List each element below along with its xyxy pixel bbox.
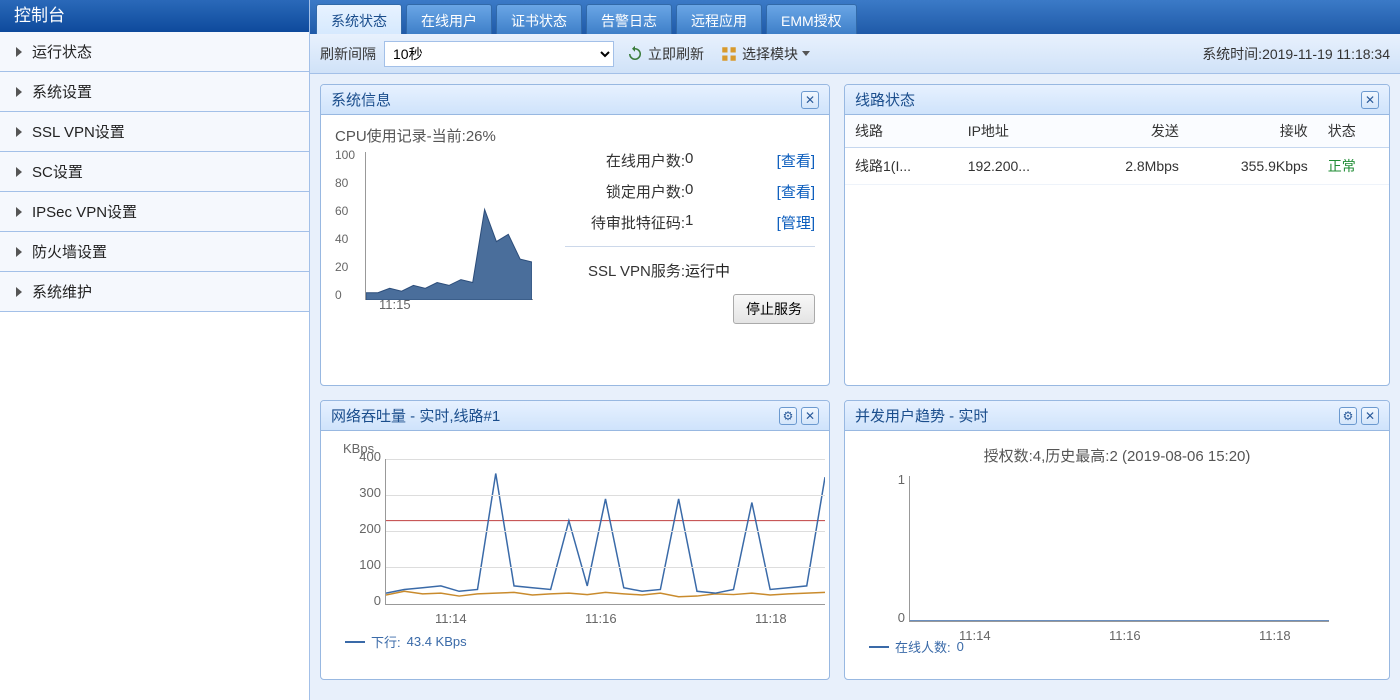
line-status-table: 线路 IP地址 发送 接收 状态 线路1(I... 192.200...: [845, 115, 1389, 185]
chevron-right-icon: [16, 167, 22, 177]
chevron-right-icon: [16, 127, 22, 137]
close-icon[interactable]: ✕: [1361, 91, 1379, 109]
pending-code-value: 1: [685, 212, 715, 233]
locked-users-label: 锁定用户数:: [565, 181, 685, 202]
panel-title: 系统信息: [331, 89, 797, 110]
close-icon[interactable]: ✕: [1361, 407, 1379, 425]
main-area: 系统状态 在线用户 证书状态 告警日志 远程应用 EMM授权 刷新间隔 10秒 …: [310, 0, 1400, 700]
gear-icon[interactable]: ⚙: [1339, 407, 1357, 425]
cell-status: 正常: [1318, 148, 1389, 185]
sidebar-item-label: 系统维护: [32, 281, 92, 302]
sidebar-item-label: IPSec VPN设置: [32, 201, 137, 222]
panel-throughput: 网络吞吐量 - 实时,线路#1 ⚙ ✕ KBps 400 300 200 100: [320, 400, 830, 680]
sidebar-title: 控制台: [0, 0, 309, 32]
close-icon[interactable]: ✕: [801, 91, 819, 109]
close-icon[interactable]: ✕: [801, 407, 819, 425]
col-line: 线路: [845, 115, 958, 148]
cell-tx: 2.8Mbps: [1080, 148, 1189, 185]
cell-rx: 355.9Kbps: [1189, 148, 1318, 185]
select-module-label: 选择模块: [742, 44, 798, 64]
tab-alarm-log[interactable]: 告警日志: [586, 4, 672, 34]
online-users-label: 在线用户数:: [565, 150, 685, 171]
refresh-now-label: 立即刷新: [648, 44, 704, 64]
ssl-service-status: 运行中: [685, 260, 730, 281]
panel-concurrent-users: 并发用户趋势 - 实时 ⚙ ✕ 授权数:4,历史最高:2 (2019-08-06…: [844, 400, 1390, 680]
panel-line-status: 线路状态 ✕ 线路 IP地址 发送 接收 状态: [844, 84, 1390, 386]
cpu-chart: CPU使用记录-当前:26% 100 80 60 40 20 0: [335, 125, 545, 375]
users-chart: 1 0 11:14 11:16 11:18: [859, 466, 1375, 656]
locked-users-value: 0: [685, 181, 715, 202]
pending-code-manage-link[interactable]: [管理]: [777, 212, 815, 233]
chevron-right-icon: [16, 87, 22, 97]
col-status: 状态: [1318, 115, 1389, 148]
tab-online-users[interactable]: 在线用户: [406, 4, 492, 34]
cell-line: 线路1(I...: [845, 148, 958, 185]
sidebar-item-ssl-vpn[interactable]: SSL VPN设置: [0, 112, 309, 152]
chevron-right-icon: [16, 47, 22, 57]
stop-service-button[interactable]: 停止服务: [733, 294, 815, 324]
col-tx: 发送: [1080, 115, 1189, 148]
tab-remote-app[interactable]: 远程应用: [676, 4, 762, 34]
sidebar-item-label: SC设置: [32, 161, 83, 182]
sidebar-item-run-status[interactable]: 运行状态: [0, 32, 309, 72]
sidebar-item-ipsec-vpn[interactable]: IPSec VPN设置: [0, 192, 309, 232]
pending-code-label: 待审批特征码:: [565, 212, 685, 233]
chevron-right-icon: [16, 207, 22, 217]
system-stats: 在线用户数: 0 [查看] 锁定用户数: 0 [查看] 待审批特征码:: [565, 125, 815, 375]
toolbar: 刷新间隔 10秒 立即刷新 选择模块 系统时间:2019-11-19 11:18…: [310, 34, 1400, 74]
table-row[interactable]: 线路1(I... 192.200... 2.8Mbps 355.9Kbps 正常: [845, 148, 1389, 185]
col-ip: IP地址: [958, 115, 1080, 148]
sidebar: 控制台 运行状态 系统设置 SSL VPN设置 SC设置 IPSec VPN设置…: [0, 0, 310, 700]
panel-title: 网络吞吐量 - 实时,线路#1: [331, 405, 775, 426]
online-users-value: 0: [685, 150, 715, 171]
users-legend: 在线人数:0: [869, 637, 964, 656]
refresh-icon: [626, 45, 644, 63]
throughput-chart: KBps 400 300 200 100 0: [335, 441, 815, 651]
sidebar-item-label: 运行状态: [32, 41, 92, 62]
users-svg: [910, 476, 1329, 621]
col-rx: 接收: [1189, 115, 1318, 148]
refresh-interval-label: 刷新间隔: [320, 44, 376, 64]
cpu-x-tick: 11:15: [379, 297, 411, 312]
chevron-right-icon: [16, 287, 22, 297]
panel-title: 线路状态: [855, 89, 1357, 110]
cell-ip: 192.200...: [958, 148, 1080, 185]
tab-emm-auth[interactable]: EMM授权: [766, 4, 857, 34]
chevron-right-icon: [16, 247, 22, 257]
throughput-legend: 下行:43.4 KBps: [345, 632, 467, 651]
tab-bar: 系统状态 在线用户 证书状态 告警日志 远程应用 EMM授权: [310, 0, 1400, 34]
online-users-view-link[interactable]: [查看]: [777, 150, 815, 171]
chevron-down-icon: [802, 51, 810, 56]
sidebar-item-maintenance[interactable]: 系统维护: [0, 272, 309, 312]
sidebar-item-sc[interactable]: SC设置: [0, 152, 309, 192]
system-time: 系统时间:2019-11-19 11:18:34: [1202, 44, 1390, 64]
locked-users-view-link[interactable]: [查看]: [777, 181, 815, 202]
sidebar-item-firewall[interactable]: 防火墙设置: [0, 232, 309, 272]
refresh-interval-select[interactable]: 10秒: [384, 41, 614, 67]
sidebar-item-system-settings[interactable]: 系统设置: [0, 72, 309, 112]
refresh-now-button[interactable]: 立即刷新: [622, 42, 708, 66]
panel-title: 并发用户趋势 - 实时: [855, 405, 1335, 426]
cpu-area-fill: [366, 154, 532, 300]
tab-cert-status[interactable]: 证书状态: [496, 4, 582, 34]
module-icon: [720, 45, 738, 63]
cpu-chart-title: CPU使用记录-当前:26%: [335, 125, 545, 146]
select-module-button[interactable]: 选择模块: [716, 42, 814, 66]
gear-icon[interactable]: ⚙: [779, 407, 797, 425]
sidebar-item-label: SSL VPN设置: [32, 121, 125, 142]
ssl-service-label: SSL VPN服务:: [565, 260, 685, 281]
sidebar-item-label: 防火墙设置: [32, 241, 107, 262]
tab-system-status[interactable]: 系统状态: [316, 4, 402, 34]
panel-system-info: 系统信息 ✕ CPU使用记录-当前:26% 100 80 60 40 20: [320, 84, 830, 386]
sidebar-item-label: 系统设置: [32, 81, 92, 102]
users-headline: 授权数:4,历史最高:2 (2019-08-06 15:20): [859, 445, 1375, 466]
